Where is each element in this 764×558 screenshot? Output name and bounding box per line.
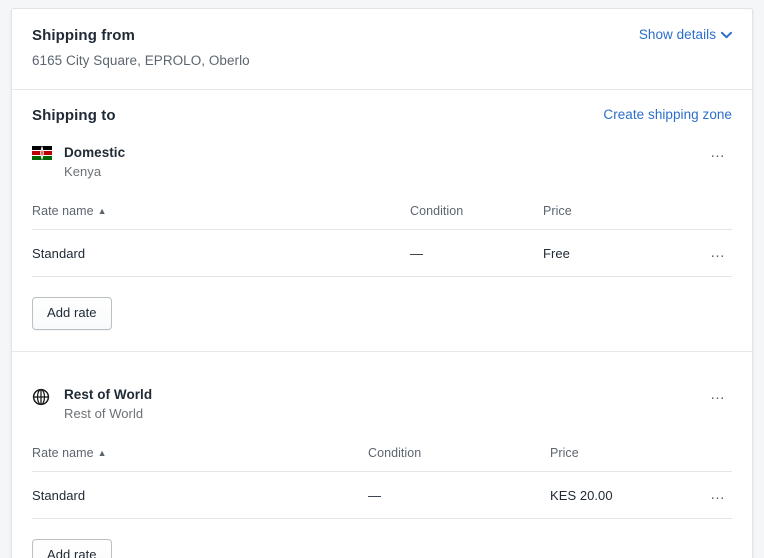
cell-rate-name: Standard xyxy=(32,229,410,277)
rate-table-header-row: Rate name ▲ Condition Price xyxy=(32,198,732,230)
column-header-actions xyxy=(676,198,732,230)
cell-rate-name: Standard xyxy=(32,471,368,519)
chevron-down-icon xyxy=(721,31,732,39)
column-header-condition[interactable]: Condition xyxy=(368,440,550,472)
column-header-condition[interactable]: Condition xyxy=(410,198,543,230)
add-rate-wrapper: Add rate xyxy=(32,277,732,351)
shipping-to-header: Shipping to Create shipping zone xyxy=(32,106,732,126)
shipping-to-section: Shipping to Create shipping zone Domesti… xyxy=(12,89,752,351)
column-header-rate-name-label: Rate name xyxy=(32,446,94,460)
shipping-from-address: 6165 City Square, EPROLO, Oberlo xyxy=(32,53,250,68)
shipping-from-title: Shipping from xyxy=(32,27,135,44)
zone-country: Kenya xyxy=(64,164,102,179)
show-details-link[interactable]: Show details xyxy=(639,26,732,44)
kenya-flag-icon xyxy=(32,146,52,166)
column-header-actions xyxy=(676,440,732,472)
shipping-from-header: Shipping from 6165 City Square, EPROLO, … xyxy=(32,26,732,71)
zone-name: Domestic xyxy=(64,145,126,160)
column-header-price[interactable]: Price xyxy=(550,440,676,472)
cell-condition: — xyxy=(410,229,543,277)
add-rate-button[interactable]: Add rate xyxy=(32,539,112,558)
zone-country: Rest of World xyxy=(64,406,144,421)
show-details-label: Show details xyxy=(638,27,716,42)
cell-price: KES 20.00 xyxy=(550,471,676,519)
caret-up-icon: ▲ xyxy=(97,448,107,458)
zone-header: Rest of World Rest of World … xyxy=(32,368,732,422)
table-row: Standard — Free … xyxy=(32,229,732,277)
add-rate-button[interactable]: Add rate xyxy=(32,297,112,330)
cell-price: Free xyxy=(543,229,676,277)
shipping-to-title: Shipping to xyxy=(32,107,116,124)
globe-icon xyxy=(32,388,52,408)
rate-table-rest-of-world: Rate name ▲ Condition Price Standard — KE… xyxy=(32,440,732,519)
rate-overflow-menu-button[interactable]: … xyxy=(704,486,732,504)
rate-table-head: Rate name ▲ Condition Price xyxy=(32,440,732,472)
shipping-settings-page: Shipping from 6165 City Square, EPROLO, … xyxy=(0,0,764,558)
zone-name-group: Domestic Kenya xyxy=(64,144,704,180)
table-row: Standard — KES 20.00 … xyxy=(32,471,732,519)
shipping-from-section: Shipping from 6165 City Square, EPROLO, … xyxy=(12,9,752,89)
cell-actions: … xyxy=(676,471,732,519)
zone-overflow-menu-button[interactable]: … xyxy=(704,144,732,162)
caret-up-icon: ▲ xyxy=(97,206,107,216)
add-rate-wrapper: Add rate xyxy=(32,519,732,558)
rate-table-domestic: Rate name ▲ Condition Price Standard — Fr… xyxy=(32,198,732,277)
shipping-zone-rest-of-world: Rest of World Rest of World … Rate name ▲… xyxy=(32,368,732,558)
zone-name-group: Rest of World Rest of World xyxy=(64,386,704,422)
shipping-zone-domestic: Domestic Kenya … Rate name ▲ Condition Pr… xyxy=(32,126,732,351)
shipping-from-text-group: Shipping from 6165 City Square, EPROLO, … xyxy=(32,26,250,71)
shipping-card: Shipping from 6165 City Square, EPROLO, … xyxy=(11,8,753,558)
zone-name: Rest of World xyxy=(64,387,153,402)
column-header-price[interactable]: Price xyxy=(543,198,676,230)
shipping-zone-rest-of-world-section: Rest of World Rest of World … Rate name ▲… xyxy=(12,351,752,558)
rate-table-head: Rate name ▲ Condition Price xyxy=(32,198,732,230)
rate-overflow-menu-button[interactable]: … xyxy=(704,244,732,262)
create-shipping-zone-link[interactable]: Create shipping zone xyxy=(603,106,732,124)
rate-table-body: Standard — KES 20.00 … xyxy=(32,471,732,519)
rate-table-body: Standard — Free … xyxy=(32,229,732,277)
column-header-rate-name[interactable]: Rate name ▲ xyxy=(32,198,410,230)
column-header-rate-name-label: Rate name xyxy=(32,204,94,218)
zone-overflow-menu-button[interactable]: … xyxy=(704,386,732,404)
zone-header: Domestic Kenya … xyxy=(32,126,732,180)
rate-table-header-row: Rate name ▲ Condition Price xyxy=(32,440,732,472)
column-header-rate-name[interactable]: Rate name ▲ xyxy=(32,440,368,472)
cell-condition: — xyxy=(368,471,550,519)
cell-actions: … xyxy=(676,229,732,277)
